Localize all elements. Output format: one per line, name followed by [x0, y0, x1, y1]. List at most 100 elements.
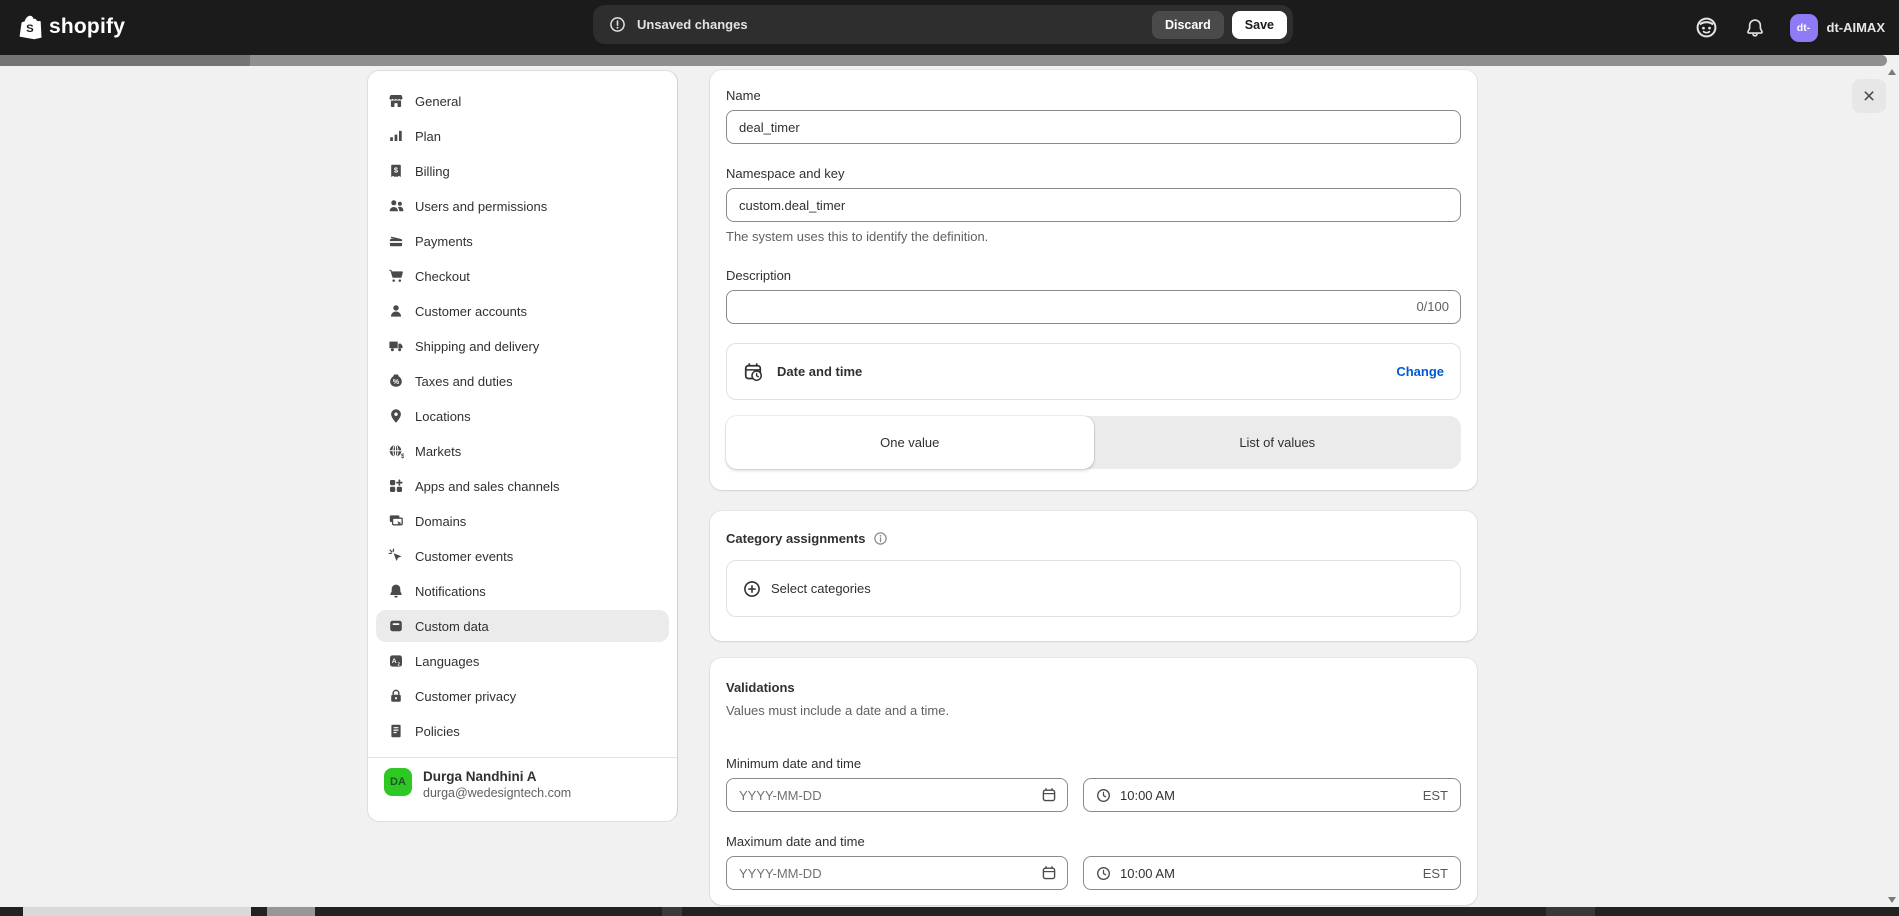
- unsaved-changes-bar: Unsaved changes Discard Save: [593, 5, 1293, 44]
- sidebar-item-taxes-and-duties[interactable]: % Taxes and duties: [376, 365, 669, 397]
- change-type-link[interactable]: Change: [1396, 364, 1444, 379]
- description-counter: 0/100: [1416, 299, 1449, 314]
- user-account[interactable]: DA Durga Nandhini A durga@wedesigntech.c…: [368, 757, 677, 821]
- cardinality-toggle: One value List of values: [726, 416, 1461, 469]
- min-time-field[interactable]: 10:00 AM EST: [1083, 778, 1461, 812]
- taskbar-strip: [0, 907, 1899, 916]
- svg-text:%: %: [393, 379, 400, 386]
- bell-icon: [388, 583, 404, 599]
- sidebar-item-billing[interactable]: $Billing: [376, 155, 669, 187]
- notifications-bell-icon[interactable]: [1745, 18, 1765, 38]
- namespace-label: Namespace and key: [726, 166, 1461, 181]
- select-categories-button[interactable]: Select categories: [726, 560, 1461, 617]
- taskbar-segment: [662, 907, 682, 916]
- save-bar-actions: Discard Save: [1152, 11, 1287, 39]
- sidebar-item-languages[interactable]: AzLanguages: [376, 645, 669, 677]
- apps-icon: [388, 478, 404, 494]
- horizontal-scrollbar-thumb[interactable]: [0, 55, 250, 66]
- sidebar-item-label: Taxes and duties: [415, 374, 513, 389]
- one-value-option[interactable]: One value: [726, 416, 1094, 469]
- list-of-values-option[interactable]: List of values: [1094, 416, 1462, 469]
- sidebar-item-shipping-and-delivery[interactable]: Shipping and delivery: [376, 330, 669, 362]
- sidekick-icon[interactable]: [1695, 16, 1718, 39]
- cursor-icon: [388, 548, 404, 564]
- definition-card: Name Namespace and key The system uses t…: [710, 70, 1477, 490]
- scroll-down-arrow[interactable]: [1888, 897, 1896, 903]
- shopify-wordmark: shopify: [49, 15, 125, 39]
- sidebar-item-checkout[interactable]: Checkout: [376, 260, 669, 292]
- translate-icon: Az: [388, 653, 404, 669]
- sidebar-item-label: Customer privacy: [415, 689, 516, 704]
- sidebar-item-plan[interactable]: Plan: [376, 120, 669, 152]
- name-input[interactable]: [726, 110, 1461, 144]
- horizontal-scrollbar[interactable]: [0, 55, 1887, 66]
- user-name: Durga Nandhini A: [423, 768, 571, 785]
- info-icon[interactable]: [873, 531, 888, 546]
- sidebar-item-label: Locations: [415, 409, 471, 424]
- taskbar-segment: [23, 907, 251, 916]
- lock-icon: [388, 688, 404, 704]
- max-date-field: [726, 856, 1068, 890]
- sidebar-item-label: Plan: [415, 129, 441, 144]
- category-assignments-title: Category assignments: [726, 531, 865, 546]
- store-avatar[interactable]: dt-: [1790, 14, 1818, 42]
- sidebar-item-locations[interactable]: Locations: [376, 400, 669, 432]
- store-icon: [388, 93, 404, 109]
- sidebar-item-customer-accounts[interactable]: Customer accounts: [376, 295, 669, 327]
- sidebar-item-label: Policies: [415, 724, 460, 739]
- calendar-icon[interactable]: [1041, 787, 1057, 803]
- namespace-key-input[interactable]: [726, 188, 1461, 222]
- sidebar-item-customer-events[interactable]: Customer events: [376, 540, 669, 572]
- unsaved-changes-text: Unsaved changes: [637, 17, 748, 32]
- shopify-bag-icon: S: [16, 13, 42, 41]
- payments-icon: [388, 233, 404, 249]
- sidebar-item-users-and-permissions[interactable]: Users and permissions: [376, 190, 669, 222]
- save-button[interactable]: Save: [1232, 11, 1287, 39]
- shopify-settings-page: S shopify Unsaved changes Discard Save d…: [0, 0, 1899, 916]
- user-email: durga@wedesigntech.com: [423, 785, 571, 802]
- sidebar-item-label: Checkout: [415, 269, 470, 284]
- min-date-field: [726, 778, 1068, 812]
- user-avatar: DA: [384, 768, 412, 796]
- users-icon: [388, 198, 404, 214]
- validations-card: Validations Values must include a date a…: [710, 658, 1477, 905]
- sidebar-item-domains[interactable]: Domains: [376, 505, 669, 537]
- sidebar-item-markets[interactable]: $ Markets: [376, 435, 669, 467]
- sidebar-item-label: Notifications: [415, 584, 486, 599]
- policy-icon: [388, 723, 404, 739]
- header-right: dt- dt-AIMAX: [1695, 0, 1886, 55]
- plan-icon: [388, 128, 404, 144]
- description-input[interactable]: [726, 290, 1461, 324]
- shopify-logo[interactable]: S shopify: [16, 13, 125, 41]
- database-icon: [388, 618, 404, 634]
- sidebar-item-label: Users and permissions: [415, 199, 547, 214]
- sidebar-item-apps-and-sales-channels[interactable]: Apps and sales channels: [376, 470, 669, 502]
- sidebar-item-general[interactable]: General: [376, 85, 669, 117]
- sidebar-item-label: Apps and sales channels: [415, 479, 560, 494]
- globe-icon: $: [388, 443, 404, 459]
- settings-nav: General Plan $Billing Users and permissions…: [368, 71, 677, 757]
- description-label: Description: [726, 268, 1461, 283]
- sidebar-item-label: Markets: [415, 444, 461, 459]
- max-time-value: 10:00 AM: [1120, 866, 1175, 881]
- svg-text:z: z: [398, 661, 401, 667]
- sidebar-item-label: Customer accounts: [415, 304, 527, 319]
- sidebar-item-custom-data[interactable]: Custom data: [376, 610, 669, 642]
- min-date-input[interactable]: [726, 778, 1068, 812]
- calendar-icon[interactable]: [1041, 865, 1057, 881]
- name-label: Name: [726, 88, 1461, 103]
- scroll-up-arrow[interactable]: [1888, 69, 1896, 75]
- taskbar-segment: [1546, 907, 1595, 916]
- close-button[interactable]: ×: [1852, 79, 1886, 113]
- store-name[interactable]: dt-AIMAX: [1827, 20, 1886, 35]
- sidebar-item-policies[interactable]: Policies: [376, 715, 669, 747]
- discard-button[interactable]: Discard: [1152, 11, 1224, 39]
- max-time-field[interactable]: 10:00 AM EST: [1083, 856, 1461, 890]
- sidebar-item-notifications[interactable]: Notifications: [376, 575, 669, 607]
- sidebar-item-label: Shipping and delivery: [415, 339, 539, 354]
- min-date-label: Minimum date and time: [726, 756, 1461, 771]
- max-date-input[interactable]: [726, 856, 1068, 890]
- sidebar-item-label: Custom data: [415, 619, 489, 634]
- sidebar-item-payments[interactable]: Payments: [376, 225, 669, 257]
- sidebar-item-customer-privacy[interactable]: Customer privacy: [376, 680, 669, 712]
